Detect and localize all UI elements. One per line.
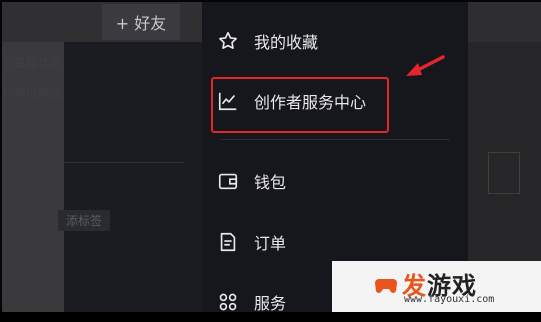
add-friend-button[interactable]: + 好友 xyxy=(102,4,180,40)
watermark-url: www.fayouxi.com xyxy=(404,294,495,305)
pointer-arrow-icon xyxy=(406,55,445,76)
wallet-icon xyxy=(216,169,240,193)
menu-item-label: 订单 xyxy=(254,234,287,253)
watermark: 发游戏 www.fayouxi.com xyxy=(332,261,541,312)
menu-item-favorites[interactable]: 我的收藏 xyxy=(216,21,318,61)
highlight-box xyxy=(211,77,389,133)
add-tag-chip[interactable]: 添标签 xyxy=(58,210,111,231)
menu-item-label: 我的收藏 xyxy=(254,33,319,52)
background-text-1: 有直播伴侣 xyxy=(2,56,63,70)
background-shade xyxy=(64,2,202,312)
menu-item-label: 服务 xyxy=(254,294,287,313)
menu-item-services[interactable]: 服务 xyxy=(216,282,286,322)
screenshot-frame: + 好友 有直播伴侣 标地址填空 添标签 我的收藏 创作者服务中心 钱包 订单 … xyxy=(0,0,541,313)
menu-item-orders[interactable]: 订单 xyxy=(216,222,286,262)
background-app: + 好友 有直播伴侣 标地址填空 添标签 xyxy=(2,2,202,312)
background-side-band xyxy=(2,2,64,312)
document-icon xyxy=(216,230,240,254)
gamepad-logo-icon xyxy=(375,279,397,293)
grid-icon xyxy=(216,290,240,314)
background-right-box xyxy=(488,152,520,194)
background-text-2: 标地址填空 xyxy=(2,86,63,100)
menu-item-label: 钱包 xyxy=(254,173,287,192)
background-right-panel xyxy=(468,2,541,42)
menu-divider xyxy=(220,139,450,140)
background-divider xyxy=(64,162,184,163)
menu-item-wallet[interactable]: 钱包 xyxy=(216,161,286,201)
star-icon xyxy=(216,29,240,53)
